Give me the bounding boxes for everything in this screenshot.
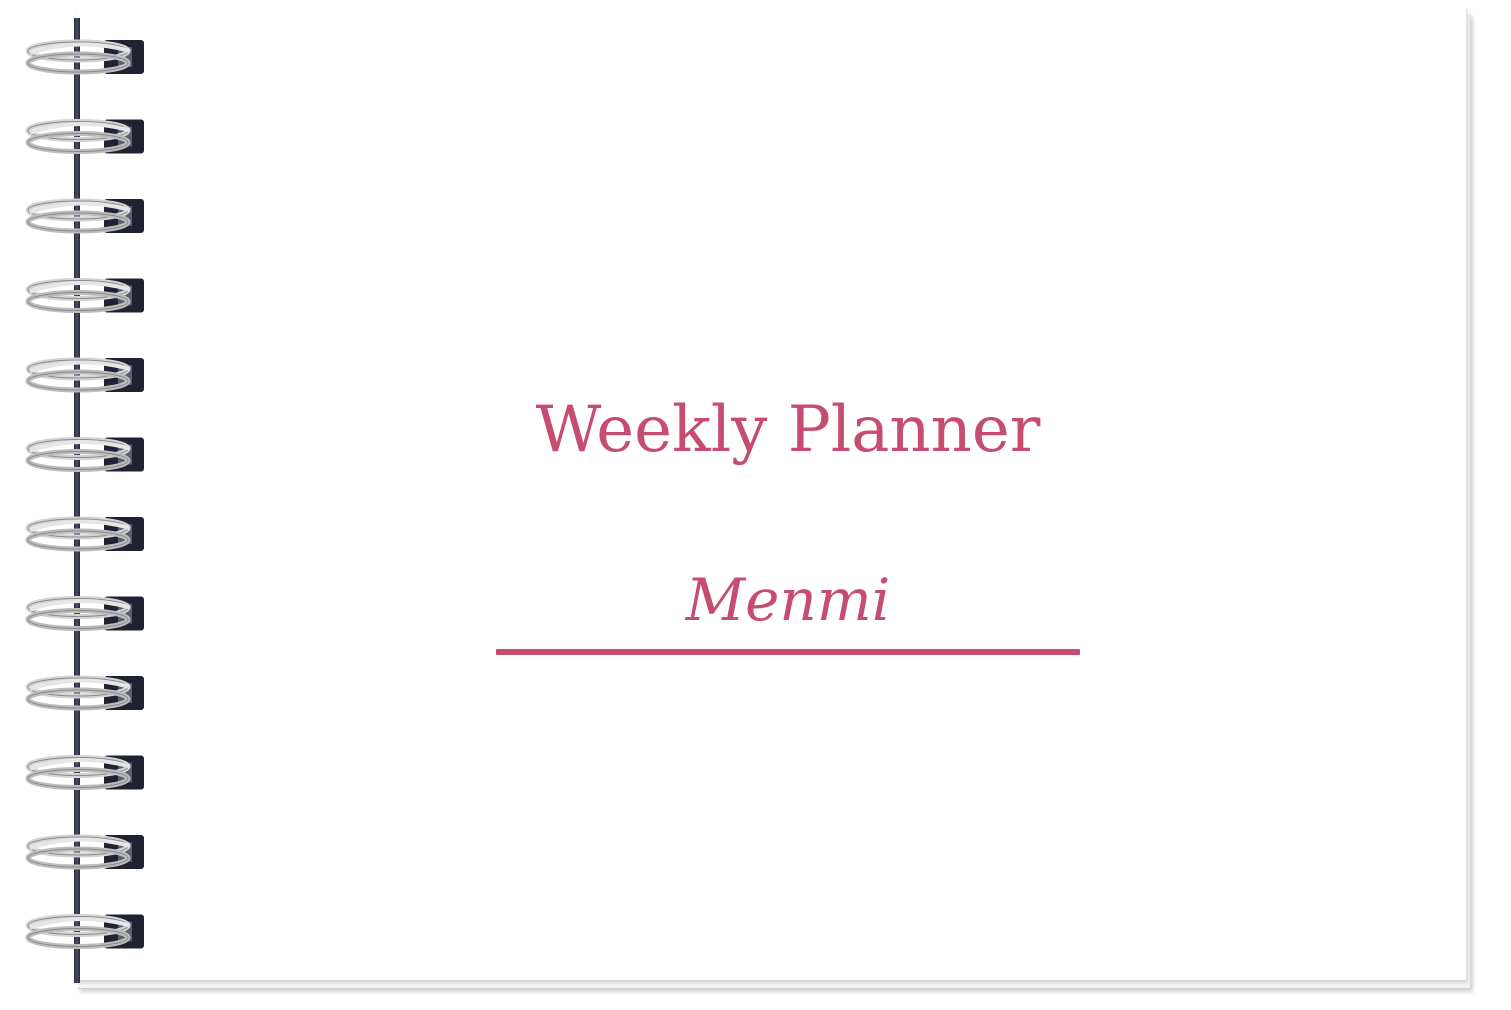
binding-ring-icon: [25, 357, 144, 393]
binding-ring-icon: [25, 278, 144, 313]
binding-ring-icon: [25, 914, 144, 949]
binding-ring-icon: [25, 119, 144, 154]
binding-ring-icon: [25, 39, 144, 75]
binding-ring-icon: [25, 516, 144, 552]
binding-ring-icon: [25, 834, 144, 870]
planner-title: Weekly Planner: [535, 393, 1041, 467]
binding-ring-icon: [25, 675, 144, 711]
cover-page: [76, 8, 1467, 981]
binding-ring-icon: [25, 755, 144, 790]
name-underline: [496, 649, 1080, 655]
binding-ring-icon: [25, 437, 144, 472]
binding-ring-icon: [25, 596, 144, 631]
planner-cover: Weekly Planner Menmi: [0, 0, 1511, 1010]
owner-name: Menmi: [685, 566, 891, 634]
binding-ring-icon: [25, 198, 144, 234]
spiral-binding-icon: [25, 39, 144, 949]
